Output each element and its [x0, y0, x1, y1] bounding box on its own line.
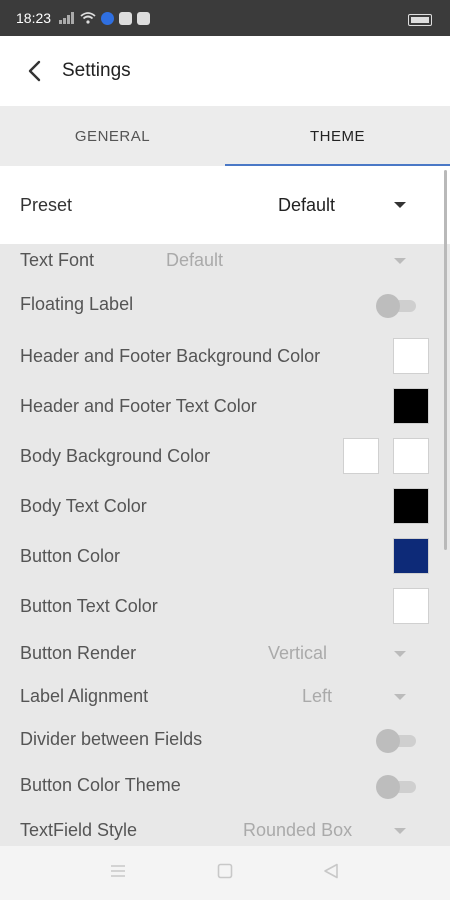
- floating-label-label: Floating Label: [20, 294, 134, 314]
- status-time: 18:23: [16, 10, 52, 26]
- button-text-row: Button Text Color: [0, 586, 440, 626]
- tab-general[interactable]: GENERAL: [0, 106, 225, 166]
- page-title: Settings: [62, 60, 131, 81]
- divider-label: Divider between Fields: [20, 729, 203, 749]
- button-render-label: Button Render: [20, 643, 137, 663]
- scrollbar[interactable]: [444, 170, 447, 550]
- status-bar: 18:23: [0, 0, 450, 36]
- dropdown-arrow-icon: [394, 202, 406, 208]
- button-color-row: Button Color: [0, 536, 440, 576]
- button-color-label: Button Color: [20, 546, 121, 566]
- dropdown-arrow-icon: [394, 828, 406, 834]
- floating-label-row: Floating Label: [0, 290, 440, 324]
- header-footer-text-label: Header and Footer Text Color: [20, 396, 257, 416]
- text-font-label: Text Font: [20, 250, 95, 270]
- tab-theme-label: THEME: [310, 127, 365, 145]
- floating-label-toggle[interactable]: [376, 294, 416, 318]
- header-footer-bg-swatch[interactable]: [393, 338, 429, 374]
- button-color-swatch[interactable]: [393, 538, 429, 574]
- button-render-value[interactable]: Vertical: [268, 643, 327, 664]
- body-text-row: Body Text Color: [0, 486, 440, 526]
- gallery-icon: [119, 11, 133, 25]
- header-footer-bg-row: Header and Footer Background Color: [0, 336, 440, 376]
- dropdown-arrow-icon: [394, 258, 406, 264]
- header-footer-text-swatch[interactable]: [393, 388, 429, 424]
- header-footer-bg-label: Header and Footer Background Color: [20, 346, 321, 366]
- battery-icon: [408, 14, 432, 26]
- label-alignment-value[interactable]: Left: [302, 686, 332, 707]
- body-text-swatch[interactable]: [393, 488, 429, 524]
- body-text-label: Body Text Color: [20, 496, 147, 516]
- textfield-style-row[interactable]: TextField Style Rounded Box: [0, 817, 440, 845]
- divider-toggle[interactable]: [376, 729, 416, 753]
- back-icon[interactable]: [323, 863, 339, 879]
- preset-row[interactable]: Preset Default: [0, 166, 450, 244]
- divider-row: Divider between Fields: [0, 726, 440, 756]
- body-bg-swatch-secondary[interactable]: [343, 438, 379, 474]
- button-render-row[interactable]: Button Render Vertical: [0, 640, 440, 670]
- tab-theme[interactable]: THEME: [225, 106, 450, 166]
- tab-bar: GENERAL THEME: [0, 106, 450, 166]
- wifi-icon: [80, 12, 96, 24]
- dropdown-arrow-icon: [394, 694, 406, 700]
- body-bg-label: Body Background Color: [20, 446, 211, 466]
- label-alignment-label: Label Alignment: [20, 686, 149, 706]
- textfield-style-label: TextField Style: [20, 820, 138, 840]
- status-icons: [59, 11, 151, 25]
- button-text-label: Button Text Color: [20, 596, 158, 616]
- button-text-swatch[interactable]: [393, 588, 429, 624]
- button-color-theme-row: Button Color Theme: [0, 772, 440, 802]
- home-icon[interactable]: [217, 863, 233, 879]
- button-color-theme-toggle[interactable]: [376, 775, 416, 799]
- header-footer-text-row: Header and Footer Text Color: [0, 386, 440, 426]
- preset-value[interactable]: Default: [278, 195, 335, 216]
- body-bg-row: Body Background Color: [0, 436, 440, 476]
- signal-icon: [59, 12, 75, 24]
- text-font-row[interactable]: Text Font Default: [0, 244, 440, 278]
- system-nav-bar: [0, 846, 450, 900]
- chevron-left-icon: [28, 60, 41, 82]
- app-header: Settings: [0, 36, 450, 106]
- button-color-theme-label: Button Color Theme: [20, 775, 181, 795]
- dropdown-arrow-icon: [394, 651, 406, 657]
- preset-label: Preset: [20, 194, 73, 215]
- menu-icon[interactable]: [110, 863, 126, 879]
- text-font-value[interactable]: Default: [166, 250, 223, 271]
- textfield-style-value[interactable]: Rounded Box: [243, 820, 352, 841]
- download-icon: [137, 11, 151, 25]
- back-button[interactable]: [20, 57, 48, 85]
- body-bg-swatch[interactable]: [393, 438, 429, 474]
- label-alignment-row[interactable]: Label Alignment Left: [0, 683, 440, 713]
- tab-general-label: GENERAL: [74, 127, 151, 145]
- notification-icon: [101, 11, 115, 25]
